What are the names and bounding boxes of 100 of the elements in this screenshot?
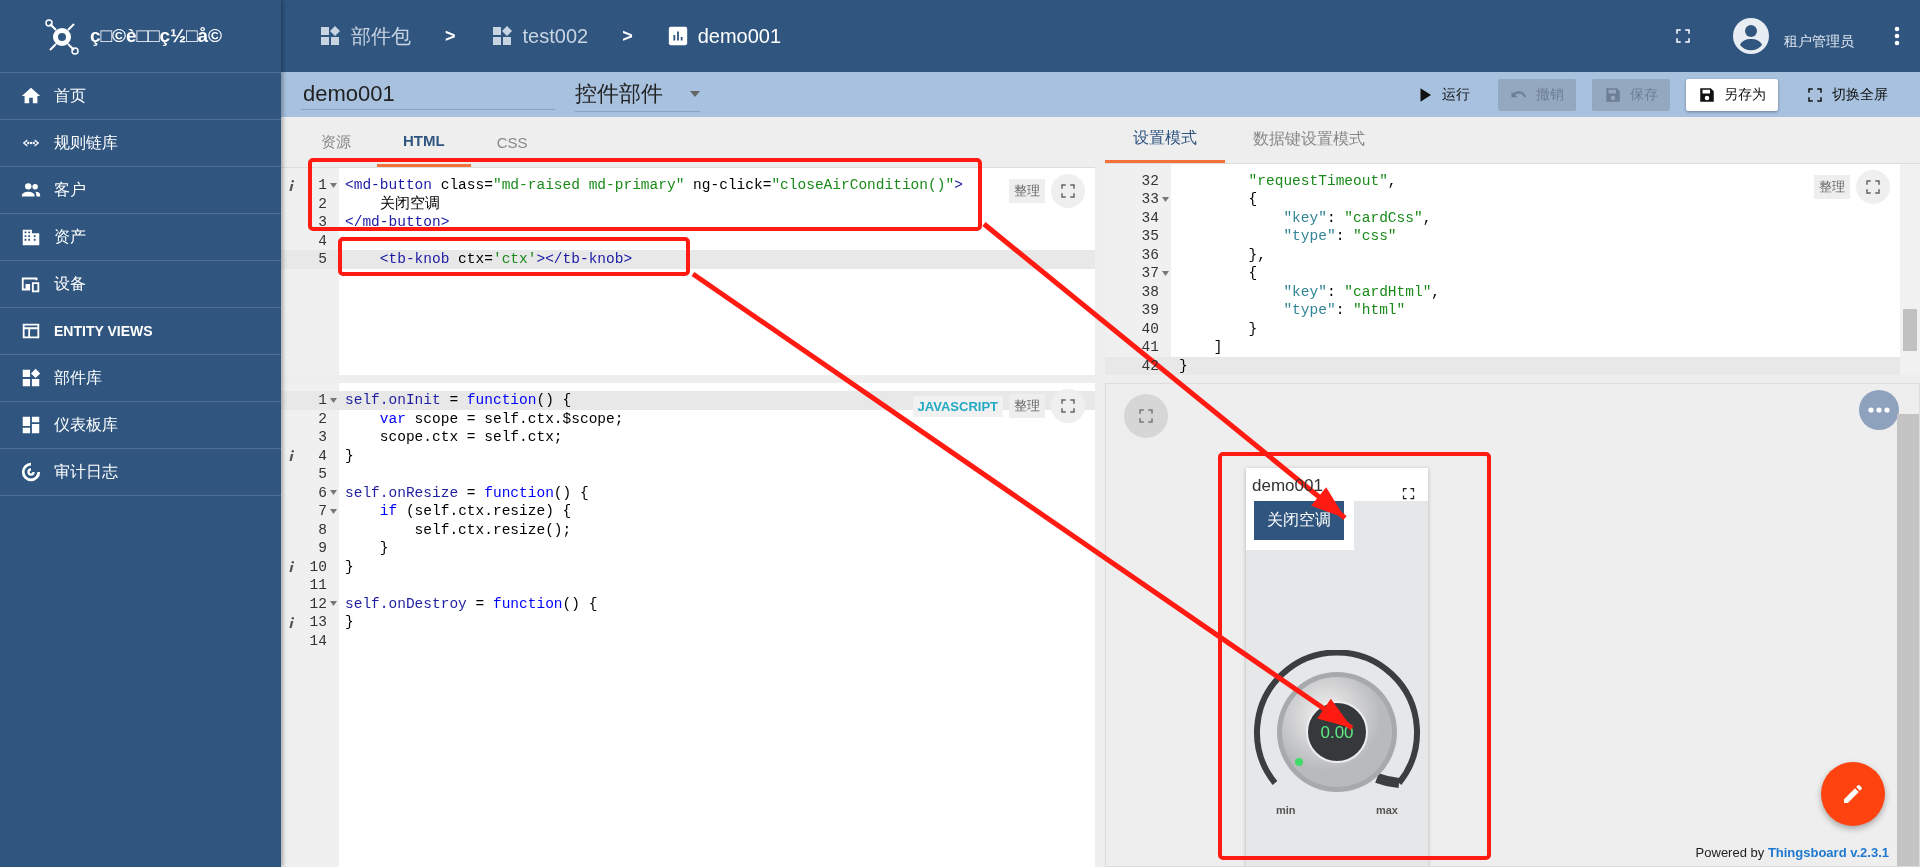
sidebar-item[interactable]: 仪表板库 bbox=[0, 402, 281, 449]
breadcrumb-separator: > bbox=[622, 25, 633, 47]
fold-icon[interactable] bbox=[329, 508, 337, 514]
fullscreen-icon bbox=[1059, 182, 1077, 200]
fold-icon[interactable] bbox=[329, 601, 337, 607]
line-number: 34 bbox=[1141, 209, 1159, 226]
code-line: <md-button class="md-raised md-primary" ng-click="closeAirCondition()"> bbox=[344, 177, 963, 194]
code-line: { bbox=[1247, 191, 1258, 208]
scrollbar[interactable] bbox=[1900, 163, 1920, 375]
line-number: 2 bbox=[318, 195, 327, 212]
line-number: 14 bbox=[309, 632, 327, 649]
logo-icon bbox=[42, 16, 82, 56]
line-number: 11 bbox=[309, 577, 327, 594]
beautify-button[interactable]: 整理 bbox=[1814, 174, 1850, 199]
line-number: 38 bbox=[1141, 283, 1159, 300]
fullscreen-button[interactable] bbox=[1856, 169, 1890, 204]
code-line: } bbox=[1247, 320, 1258, 337]
save-icon bbox=[1698, 85, 1716, 104]
toolbar-button[interactable]: 另存为 bbox=[1686, 78, 1778, 111]
sidebar-item[interactable]: 首页 bbox=[0, 73, 281, 120]
beautify-button[interactable]: 整理 bbox=[1009, 394, 1045, 418]
pencil-icon bbox=[1841, 782, 1865, 806]
code-line: self.onDestroy = function() { bbox=[344, 595, 598, 612]
toolbar-button[interactable]: 切换全屏 bbox=[1794, 78, 1900, 111]
code-line: self.ctx.resize(); bbox=[413, 521, 572, 538]
fullscreen-button[interactable] bbox=[1051, 174, 1085, 208]
breadcrumb-link[interactable]: test002 bbox=[522, 24, 589, 48]
logo-text: ç□©è□□ç½□å© bbox=[90, 25, 223, 47]
line-number: 12 bbox=[309, 595, 327, 612]
fold-icon[interactable] bbox=[1161, 270, 1169, 276]
more-icon[interactable] bbox=[1894, 26, 1900, 46]
fullscreen-button[interactable] bbox=[1051, 389, 1085, 423]
line-number: 3 bbox=[318, 214, 327, 231]
line-number: 10 bbox=[309, 558, 327, 575]
editor-tab[interactable]: HTML bbox=[377, 117, 471, 167]
code-line: { bbox=[1247, 265, 1258, 282]
fullscreen-icon bbox=[1674, 27, 1692, 45]
code-editor[interactable]: 32 "requestTimeout", 33 { 34 "key": "cardCss", 35 "type": "css" 36 }, 37 { 38 "key": "cardHtml", 39 "type": "html" 40 } 41 ] 42 } 整理 bbox=[1105, 163, 1920, 375]
sidebar-item[interactable]: 部件库 bbox=[0, 355, 281, 402]
code-line: var scope = self.ctx.$scope; bbox=[378, 410, 624, 427]
dashboard-icon bbox=[20, 414, 42, 436]
line-number: 1 bbox=[318, 177, 327, 194]
line-number: 42 bbox=[1141, 357, 1159, 374]
fullscreen-icon bbox=[1806, 85, 1824, 104]
code-line: } bbox=[344, 447, 354, 464]
radar-icon bbox=[20, 461, 42, 483]
code-line: } bbox=[344, 558, 354, 575]
code-editor[interactable]: 1 <md-button class="md-raised md-primary" ng-click="closeAirCondition()"> 2 关闭空调 3 </md-button> 4 5 <tb-knob ctx='ctx'></tb-knob> 整理 bbox=[281, 168, 1095, 375]
line-number: 5 bbox=[318, 251, 327, 268]
fold-icon[interactable] bbox=[329, 490, 337, 496]
breadcrumb-link[interactable]: demo001 bbox=[697, 24, 782, 48]
line-number: 5 bbox=[318, 466, 327, 483]
breadcrumb-link[interactable]: 部件包 bbox=[351, 22, 411, 50]
avatar-icon[interactable] bbox=[1732, 17, 1770, 55]
fullscreen-icon bbox=[1864, 177, 1882, 196]
code-line: <tb-knob ctx='ctx'></tb-knob> bbox=[378, 251, 633, 268]
line-number: 1 bbox=[318, 392, 327, 409]
info-icon bbox=[289, 561, 294, 573]
line-number: 4 bbox=[318, 447, 327, 464]
code-line: 关闭空调 bbox=[378, 194, 440, 214]
sidebar-item[interactable]: 资产 bbox=[0, 214, 281, 261]
widgets-icon bbox=[318, 24, 342, 48]
line-number: 33 bbox=[1141, 191, 1159, 208]
knob-value: 0.00 bbox=[1320, 723, 1354, 742]
fold-icon[interactable] bbox=[329, 182, 337, 188]
fullscreen-button[interactable] bbox=[1124, 394, 1168, 438]
line-number: 40 bbox=[1141, 320, 1159, 337]
title-field[interactable]: demo001 bbox=[301, 79, 555, 110]
line-number: 4 bbox=[318, 232, 327, 249]
code-line: }, bbox=[1247, 246, 1266, 263]
beautify-button[interactable]: 整理 bbox=[1009, 179, 1045, 203]
code-line: "key": "cardCss", bbox=[1282, 209, 1432, 226]
min-label: min bbox=[1276, 804, 1296, 816]
code-line: scope.ctx = self.ctx; bbox=[378, 429, 563, 446]
fold-icon[interactable] bbox=[329, 397, 337, 403]
line-number: 6 bbox=[318, 484, 327, 501]
line-number: 3 bbox=[318, 429, 327, 446]
line-number: 2 bbox=[318, 410, 327, 427]
line-number: 39 bbox=[1141, 302, 1159, 319]
code-line: "requestTimeout", bbox=[1247, 172, 1397, 189]
line-number: 13 bbox=[309, 614, 327, 631]
max-label: max bbox=[1375, 804, 1398, 816]
code-line: } bbox=[378, 540, 389, 557]
more-button[interactable] bbox=[1859, 390, 1899, 430]
line-number: 32 bbox=[1141, 172, 1159, 189]
scrollbar[interactable] bbox=[1897, 414, 1919, 866]
code-line: if (self.ctx.resize) { bbox=[378, 503, 572, 520]
code-line: self.onInit = function() { bbox=[344, 392, 572, 409]
type-select[interactable]: 控件部件 bbox=[575, 77, 700, 112]
thingsboard-link[interactable]: Thingsboard v.2.3.1 bbox=[1767, 845, 1889, 860]
toolbar-button[interactable]: 运行 bbox=[1404, 78, 1482, 111]
code-line: } bbox=[344, 614, 354, 631]
fold-icon[interactable] bbox=[1161, 196, 1169, 202]
line-number: 7 bbox=[318, 503, 327, 520]
user-name: 租户管理员 bbox=[1784, 33, 1854, 51]
line-number: 9 bbox=[318, 540, 327, 557]
fullscreen-icon bbox=[1059, 397, 1077, 415]
more-icon bbox=[1868, 407, 1890, 413]
line-number: 8 bbox=[318, 521, 327, 538]
edit-button[interactable] bbox=[1821, 762, 1885, 826]
